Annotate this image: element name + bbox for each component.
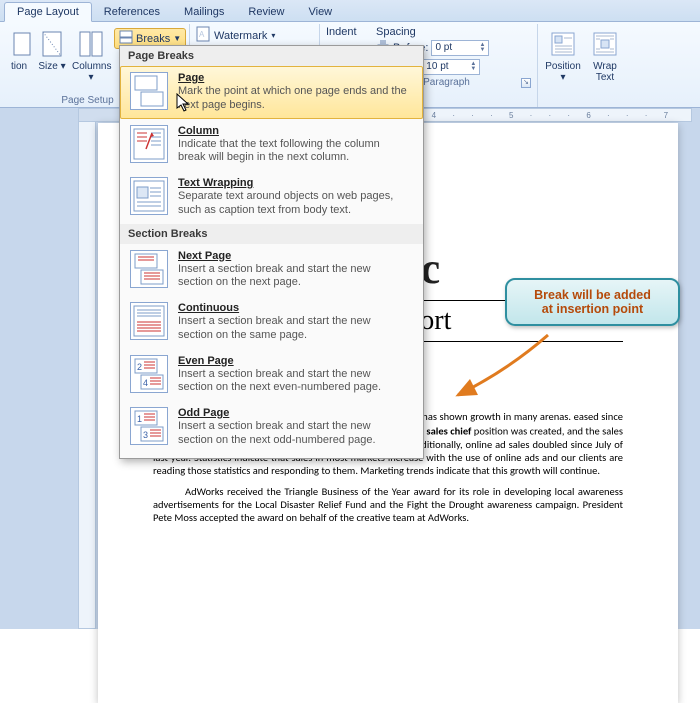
position-button[interactable]: Position ▾	[544, 26, 582, 83]
tab-view[interactable]: View	[296, 3, 344, 21]
orientation-button[interactable]: tion	[6, 26, 32, 73]
svg-text:4: 4	[143, 378, 148, 388]
chevron-down-icon: ▼	[173, 34, 181, 43]
menu-item-title: Text Wrapping	[178, 177, 408, 189]
text-wrapping-break-icon	[130, 177, 168, 215]
svg-text:1: 1	[137, 414, 142, 424]
spinner-arrows-icon[interactable]: ▲▼	[480, 43, 486, 53]
menu-header-section-breaks: Section Breaks	[120, 224, 423, 244]
tab-page-layout[interactable]: Page Layout	[4, 2, 92, 22]
menu-item-desc: Insert a section break and start the new…	[178, 263, 408, 291]
menu-item-title: Column	[178, 125, 408, 137]
menu-item-continuous[interactable]: Continuous Insert a section break and st…	[120, 296, 423, 349]
orientation-icon	[6, 28, 38, 60]
svg-text:2: 2	[137, 362, 142, 372]
watermark-icon: A	[196, 26, 210, 45]
menu-item-title: Page	[178, 72, 408, 84]
menu-item-desc: Separate text around objects on web page…	[178, 190, 408, 218]
even-page-icon: 24	[130, 355, 168, 393]
vertical-ruler[interactable]	[78, 121, 96, 629]
tab-mailings[interactable]: Mailings	[172, 3, 236, 21]
annotation-arrow	[448, 330, 558, 410]
ribbon-tab-row: Page Layout References Mailings Review V…	[0, 0, 700, 22]
chevron-down-icon: ▾	[271, 31, 275, 40]
watermark-button[interactable]: A Watermark ▾	[196, 26, 275, 45]
menu-item-title: Continuous	[178, 302, 408, 314]
menu-header-page-breaks: Page Breaks	[120, 46, 423, 66]
continuous-icon	[130, 302, 168, 340]
annotation-callout: Break will be added at insertion point	[505, 278, 680, 326]
dialog-launcher-paragraph[interactable]	[521, 78, 531, 88]
columns-button[interactable]: Columns ▾	[72, 26, 110, 83]
indent-label: Indent	[326, 26, 364, 38]
menu-item-page-break[interactable]: Page Mark the point at which one page en…	[120, 66, 423, 119]
size-button[interactable]: Size ▾	[36, 26, 68, 73]
menu-item-title: Next Page	[178, 250, 408, 262]
menu-item-text-wrapping-break[interactable]: Text Wrapping Separate text around objec…	[120, 171, 423, 224]
page-break-icon	[130, 72, 168, 110]
tab-references[interactable]: References	[92, 3, 172, 21]
tab-review[interactable]: Review	[236, 3, 296, 21]
document-paragraph: AdWorks received the Triangle Business o…	[153, 485, 623, 524]
svg-text:3: 3	[143, 430, 148, 440]
menu-item-desc: Indicate that the text following the col…	[178, 138, 408, 166]
size-icon	[36, 28, 68, 60]
menu-item-even-page[interactable]: 24 Even Page Insert a section break and …	[120, 349, 423, 402]
group-arrange: Position ▾ Wrap Text	[538, 24, 630, 107]
spinner-arrows-icon[interactable]: ▲▼	[470, 62, 476, 72]
spacing-label: Spacing	[376, 26, 531, 38]
svg-text:A: A	[199, 30, 205, 39]
odd-page-icon: 13	[130, 407, 168, 445]
menu-item-title: Odd Page	[178, 407, 408, 419]
wrap-text-button[interactable]: Wrap Text	[586, 26, 624, 83]
menu-item-desc: Insert a section break and start the new…	[178, 420, 408, 448]
menu-item-desc: Insert a section break and start the new…	[178, 368, 408, 396]
next-page-icon	[130, 250, 168, 288]
menu-item-desc: Insert a section break and start the new…	[178, 315, 408, 343]
menu-item-odd-page[interactable]: 13 Odd Page Insert a section break and s…	[120, 401, 423, 454]
wrap-text-icon	[589, 28, 621, 60]
menu-item-column-break[interactable]: Column Indicate that the text following …	[120, 119, 423, 172]
menu-item-title: Even Page	[178, 355, 408, 367]
position-icon	[547, 28, 579, 60]
columns-icon	[75, 28, 107, 60]
menu-item-next-page[interactable]: Next Page Insert a section break and sta…	[120, 244, 423, 297]
spacing-after-input[interactable]: 10 pt ▲▼	[422, 59, 480, 75]
breaks-dropdown-menu: Page Breaks Page Mark the point at which…	[119, 45, 424, 459]
menu-item-desc: Mark the point at which one page ends an…	[178, 85, 408, 113]
column-break-icon	[130, 125, 168, 163]
spacing-before-input[interactable]: 0 pt ▲▼	[431, 40, 489, 56]
